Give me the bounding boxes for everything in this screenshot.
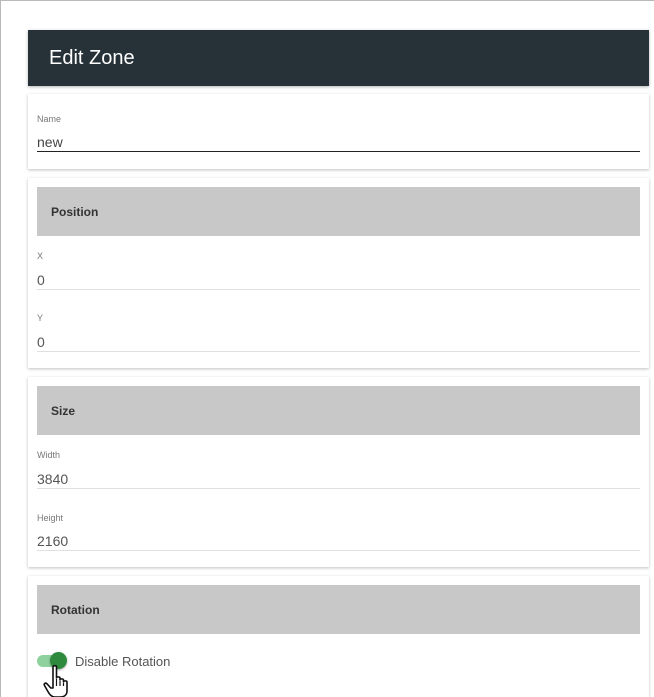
width-input[interactable] <box>37 469 640 489</box>
height-input[interactable] <box>37 531 640 551</box>
width-label: Width <box>37 450 61 460</box>
size-section-title: Size <box>51 403 76 418</box>
toggle-knob[interactable] <box>50 652 67 669</box>
disable-rotation-label[interactable]: Disable Rotation <box>75 654 170 669</box>
page-title: Edit Zone <box>49 46 135 69</box>
y-input[interactable] <box>37 332 640 352</box>
position-card: Position X Y <box>28 178 649 368</box>
edit-zone-page: Edit Zone Name Position X Y Size Width H… <box>0 0 654 697</box>
name-input[interactable] <box>37 132 640 152</box>
name-card: Name <box>28 94 649 169</box>
rotation-card: Rotation Disable Rotation <box>28 576 649 697</box>
size-section-header: Size <box>37 386 640 435</box>
page-header: Edit Zone <box>28 30 649 86</box>
position-section-header: Position <box>37 187 640 236</box>
x-input[interactable] <box>37 270 640 290</box>
rotation-section-title: Rotation <box>51 602 100 617</box>
position-section-title: Position <box>51 204 99 219</box>
x-label: X <box>37 251 44 261</box>
height-label: Height <box>37 513 64 523</box>
y-label: Y <box>37 313 44 323</box>
disable-rotation-toggle[interactable] <box>37 652 67 669</box>
rotation-section-header: Rotation <box>37 585 640 634</box>
name-label: Name <box>37 114 62 124</box>
size-card: Size Width Height <box>28 377 649 567</box>
